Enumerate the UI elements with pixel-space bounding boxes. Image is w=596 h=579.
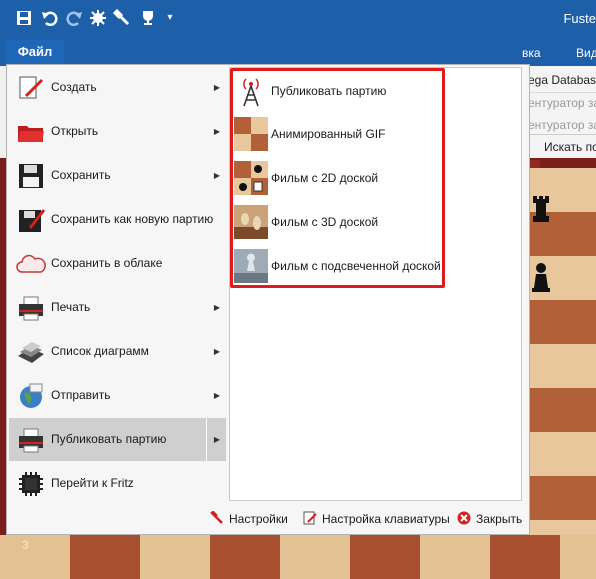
tab-insert[interactable]: вка bbox=[522, 46, 541, 60]
tools-icon[interactable] bbox=[112, 8, 132, 28]
rank-label: 3 bbox=[22, 538, 29, 552]
publish-icon bbox=[16, 426, 46, 454]
chevron-right-icon: ▶ bbox=[213, 171, 220, 180]
divider bbox=[524, 92, 596, 93]
menu-item-diagram-list[interactable]: Список диаграмм ▶ bbox=[9, 330, 226, 373]
chevron-right-icon: ▶ bbox=[213, 83, 220, 92]
file-tab[interactable]: Файл bbox=[6, 40, 64, 64]
menu-item-save-to-cloud[interactable]: Сохранить в облаке bbox=[9, 242, 226, 285]
menu-item-create[interactable]: Создать ▶ bbox=[9, 66, 226, 109]
settings-button[interactable]: Настройки bbox=[210, 508, 288, 530]
menu-item-save-as-new-game[interactable]: Сохранить как новую партию bbox=[9, 198, 226, 241]
chevron-right-icon: ▶ bbox=[213, 391, 220, 400]
filter-line-1: ентуратор за б bbox=[528, 96, 596, 110]
menu-item-open[interactable]: Открыть ▶ bbox=[9, 110, 226, 153]
chess-board-bottom-rank[interactable] bbox=[0, 535, 596, 579]
highlight-frame bbox=[230, 68, 445, 288]
boards-icon bbox=[16, 338, 46, 366]
keyboard-settings-button[interactable]: Настройка клавиатуры bbox=[303, 508, 450, 530]
redo-icon[interactable] bbox=[64, 8, 84, 28]
customize-icon[interactable]: ▾ bbox=[160, 8, 180, 28]
menu-item-save[interactable]: Сохранить ▶ bbox=[9, 154, 226, 197]
floppy-edit-icon bbox=[16, 206, 46, 234]
chevron-right-icon: ▶ bbox=[213, 127, 220, 136]
divider bbox=[524, 134, 596, 135]
menu-item-go-to-fritz[interactable]: Перейти к Fritz bbox=[9, 462, 226, 505]
floppy-icon bbox=[16, 162, 46, 190]
database-label: ega Databas bbox=[528, 73, 596, 87]
filter-line-2: ентуратор за ч bbox=[528, 118, 596, 132]
printer-icon bbox=[16, 294, 46, 322]
close-icon bbox=[457, 510, 471, 525]
chip-icon bbox=[16, 470, 46, 498]
menu-item-send[interactable]: Отправить ▶ bbox=[9, 374, 226, 417]
search-button[interactable]: Искать по bbox=[544, 140, 596, 154]
undo-icon[interactable] bbox=[40, 8, 60, 28]
chevron-right-icon: ▶ bbox=[213, 347, 220, 356]
globe-icon bbox=[16, 382, 46, 410]
pawn-piece-icon bbox=[528, 258, 554, 294]
ribbon-bar bbox=[0, 38, 596, 66]
new-document-icon bbox=[16, 74, 46, 102]
menu-item-print[interactable]: Печать ▶ bbox=[9, 286, 226, 329]
rook-piece-icon bbox=[528, 190, 554, 226]
engine-icon[interactable] bbox=[88, 8, 108, 28]
close-label: Закрыть bbox=[476, 512, 523, 526]
keyboard-settings-label: Настройка клавиатуры bbox=[322, 512, 450, 526]
folder-icon bbox=[16, 118, 46, 146]
app-title: Fuste bbox=[563, 11, 596, 26]
save-icon[interactable] bbox=[14, 8, 34, 28]
menu-item-publish-game[interactable]: Публиковать партию ▶ bbox=[9, 418, 226, 461]
keyboard-settings-icon bbox=[303, 510, 317, 525]
close-button[interactable]: Закрыть bbox=[457, 508, 522, 530]
chess-board[interactable] bbox=[528, 168, 596, 579]
trophy-icon[interactable] bbox=[138, 8, 158, 28]
chevron-right-icon: ▶ bbox=[213, 303, 220, 312]
tab-view[interactable]: Вид bbox=[576, 46, 596, 60]
wrench-icon bbox=[210, 510, 224, 524]
chevron-right-icon: ▶ bbox=[213, 435, 220, 444]
cloud-icon bbox=[16, 250, 46, 278]
settings-label: Настройки bbox=[229, 512, 288, 526]
